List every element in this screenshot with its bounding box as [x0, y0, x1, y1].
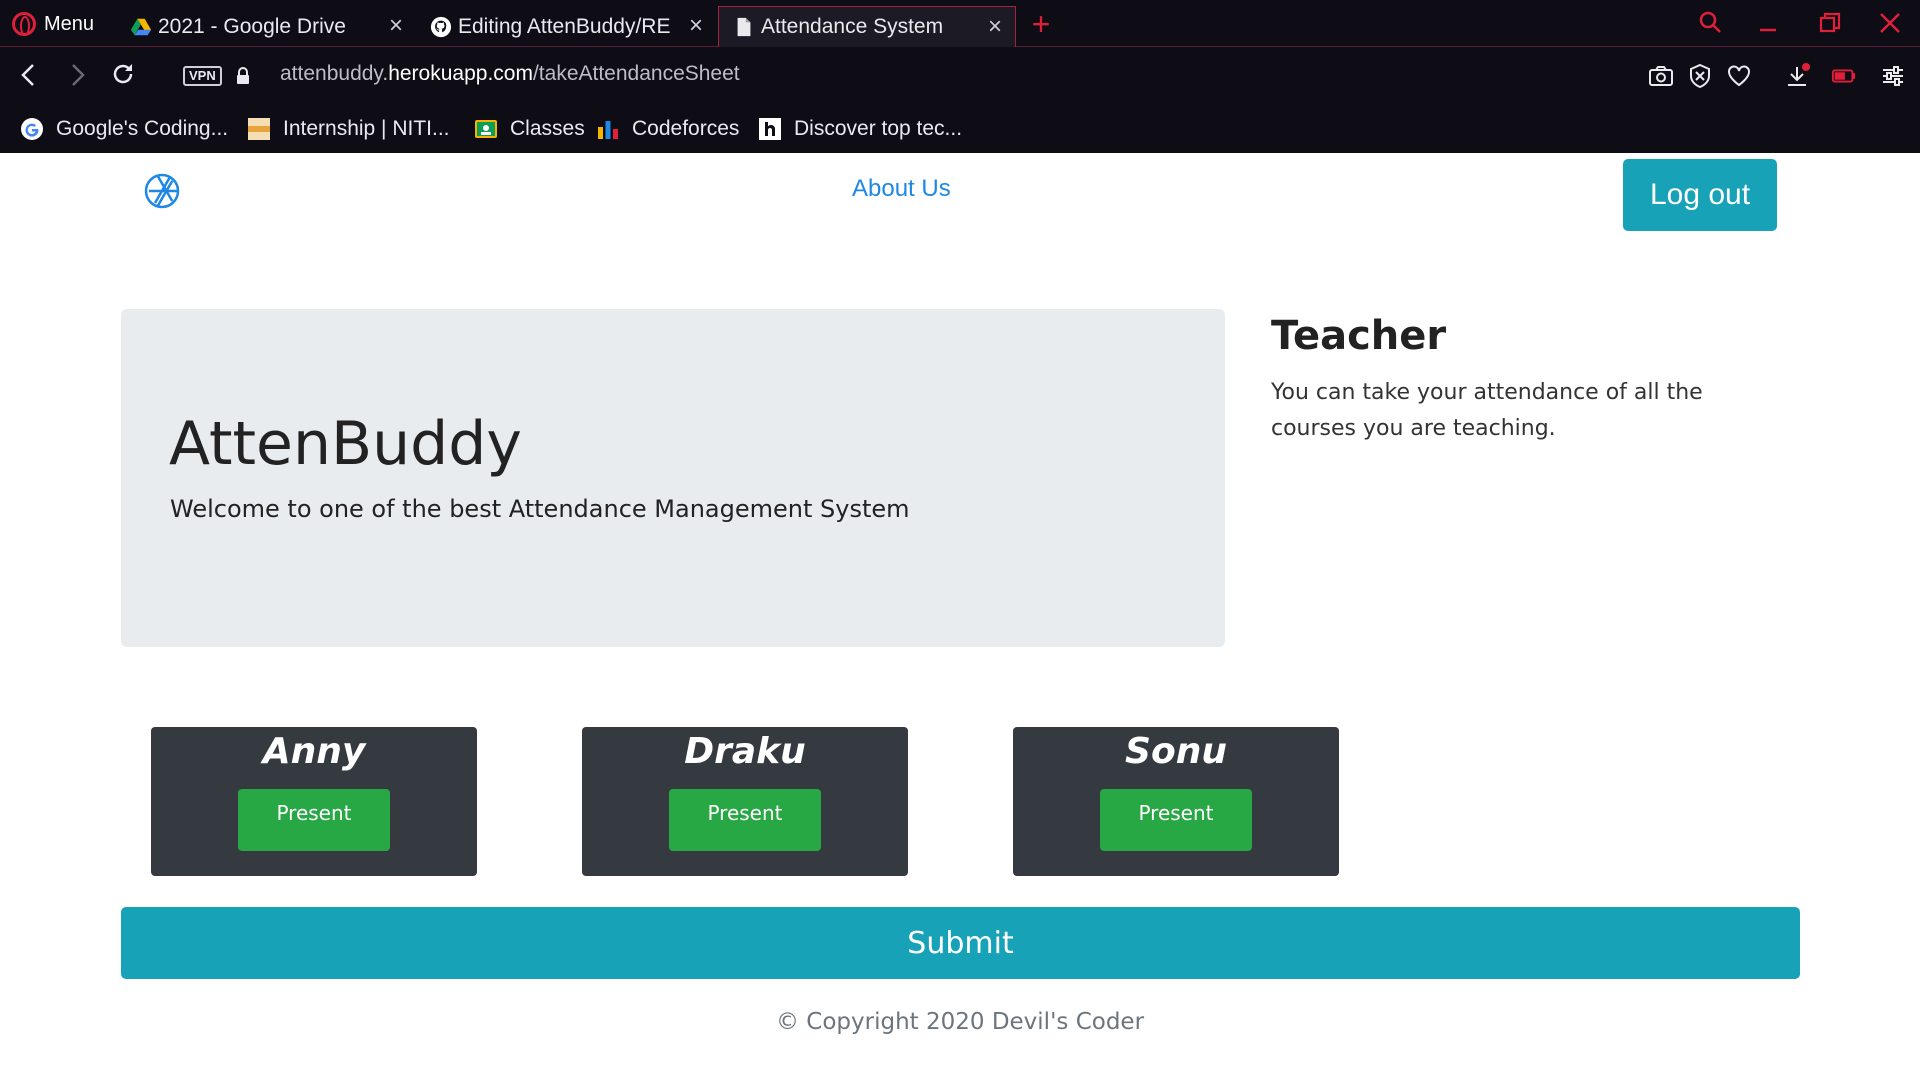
- github-icon: [430, 16, 452, 37]
- bookmark-codeforces[interactable]: Codeforces: [596, 113, 739, 145]
- bookmark-label: Discover top tec...: [794, 117, 963, 140]
- bookmark-classes[interactable]: Classes: [474, 113, 585, 145]
- back-icon[interactable]: [14, 61, 44, 91]
- vpn-badge[interactable]: VPN: [183, 66, 222, 86]
- bookmark-label: Codeforces: [632, 117, 740, 140]
- page-content: About Us Log out AttenBuddy Welcome to o…: [0, 153, 1920, 1080]
- close-icon[interactable]: ×: [386, 14, 406, 38]
- download-icon[interactable]: [1784, 63, 1810, 89]
- logout-button[interactable]: Log out: [1623, 159, 1777, 231]
- bookmark-google-coding[interactable]: Google's Coding...: [20, 113, 228, 145]
- new-tab-plus-icon[interactable]: +: [1026, 6, 1056, 42]
- teacher-description: You can take your attendance of all the …: [1271, 380, 1703, 441]
- tab-title: 2021 - Google Drive: [158, 14, 346, 38]
- tab-attendance-system[interactable]: Attendance System ×: [718, 6, 1016, 47]
- bookmark-discover-top-tech[interactable]: Discover top tec...: [758, 113, 962, 145]
- url-field[interactable]: attenbuddy.herokuapp.com/takeAttendanceS…: [280, 62, 740, 86]
- ad-block-shield-icon[interactable]: [1687, 63, 1713, 89]
- bookmark-label: Classes: [510, 117, 585, 140]
- teacher-heading: Teacher: [1271, 313, 1447, 359]
- url-domain: herokuapp.com: [388, 62, 533, 85]
- codeforces-icon: [598, 121, 618, 139]
- easy-setup-icon[interactable]: [1880, 63, 1906, 89]
- close-icon[interactable]: ×: [686, 14, 706, 38]
- browser-tab-bar: Menu 2021 - Google Drive × Editing Atten…: [0, 0, 1920, 47]
- student-card: Sonu Present: [1013, 727, 1339, 876]
- camera-icon[interactable]: [1648, 63, 1674, 89]
- tab-title: Attendance System: [761, 15, 944, 38]
- reload-icon[interactable]: [108, 61, 138, 91]
- minimize-icon[interactable]: [1750, 6, 1786, 40]
- bookmark-label: Internship | NITI...: [283, 117, 450, 140]
- niti-icon: [248, 118, 270, 140]
- google-icon: [21, 118, 43, 140]
- battery-saver-icon[interactable]: [1831, 63, 1857, 89]
- tab-google-drive[interactable]: 2021 - Google Drive ×: [116, 6, 416, 47]
- bookmark-internship-niti[interactable]: Internship | NITI...: [247, 113, 450, 145]
- browser-menu-button[interactable]: Menu: [12, 10, 94, 38]
- jumbotron: AttenBuddy Welcome to one of the best At…: [121, 309, 1225, 647]
- window-close-icon[interactable]: [1872, 6, 1908, 40]
- opera-logo-icon: [12, 12, 36, 36]
- student-name: Sonu: [1125, 731, 1227, 772]
- copyright-footer: © Copyright 2020 Devil's Coder: [775, 1009, 1145, 1035]
- student-name: Anny: [262, 731, 366, 772]
- app-subtitle: Welcome to one of the best Attendance Ma…: [170, 495, 910, 523]
- tab-title: Editing AttenBuddy/RE: [458, 14, 671, 38]
- tab-github-editing[interactable]: Editing AttenBuddy/RE ×: [416, 6, 716, 47]
- classroom-icon: [475, 120, 497, 138]
- present-button[interactable]: Present: [238, 789, 390, 851]
- url-path: /takeAttendanceSheet: [532, 62, 740, 85]
- bookmarks-bar: Google's Coding... Internship | NITI... …: [0, 105, 1920, 153]
- google-drive-icon: [130, 18, 152, 35]
- restore-icon[interactable]: [1812, 6, 1848, 40]
- close-icon[interactable]: ×: [985, 15, 1005, 39]
- about-us-link[interactable]: About Us: [852, 175, 951, 203]
- student-card: Draku Present: [582, 727, 908, 876]
- student-card: Anny Present: [151, 727, 477, 876]
- present-button[interactable]: Present: [1100, 789, 1252, 851]
- forward-icon[interactable]: [62, 61, 92, 91]
- present-button[interactable]: Present: [669, 789, 821, 851]
- submit-button[interactable]: Submit: [121, 907, 1800, 979]
- lock-icon[interactable]: [236, 67, 250, 85]
- search-icon[interactable]: [1692, 6, 1728, 40]
- document-icon: [737, 17, 751, 37]
- url-prefix: attenbuddy.: [280, 62, 389, 85]
- address-bar: VPN attenbuddy.herokuapp.com/takeAttenda…: [0, 47, 1920, 105]
- browser-menu-label: Menu: [44, 12, 95, 35]
- hashnode-icon: [759, 118, 781, 140]
- heart-icon[interactable]: [1726, 63, 1752, 89]
- bookmark-label: Google's Coding...: [56, 117, 229, 140]
- app-title: AttenBuddy: [169, 409, 522, 479]
- shutter-logo-icon[interactable]: [143, 172, 181, 210]
- student-name: Draku: [684, 731, 806, 772]
